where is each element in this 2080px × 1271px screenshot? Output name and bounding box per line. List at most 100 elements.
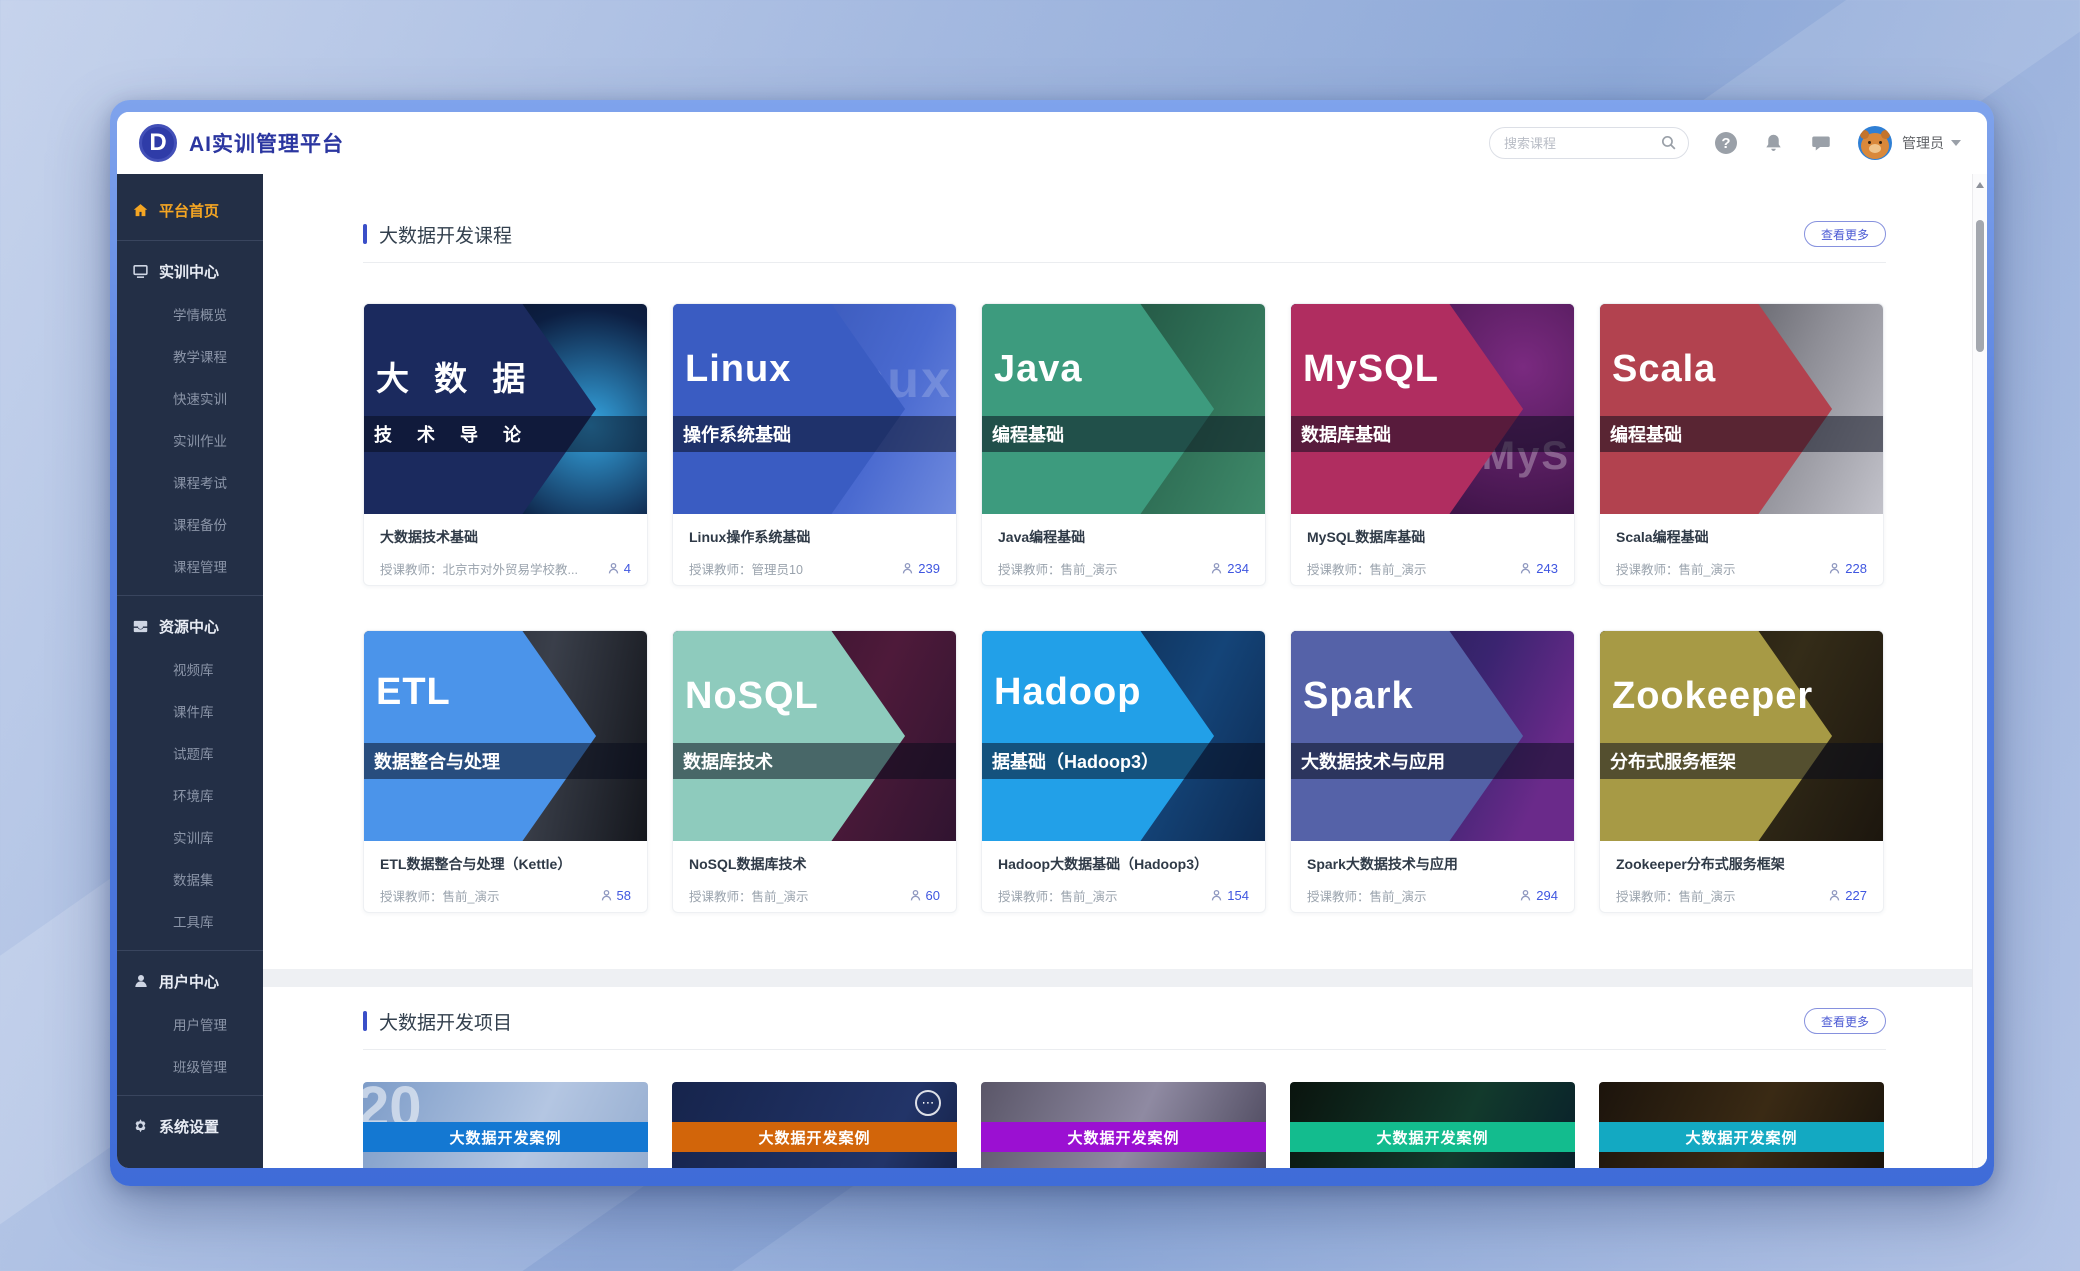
view-more-button[interactable]: 查看更多 [1804, 1008, 1886, 1034]
count-value: 228 [1845, 561, 1867, 576]
sidebar-item-courseware-library[interactable]: 课件库 [117, 690, 263, 732]
project-card[interactable]: ⋯ 大数据开发案例 [672, 1082, 957, 1168]
course-banner: Java 编程基础 [982, 304, 1265, 514]
notification-bell-icon[interactable] [1763, 133, 1784, 154]
project-label: 大数据开发案例 [449, 1127, 561, 1148]
course-card[interactable]: inux Linux 操作系统基础 Linux操作系统基础 授课教师：管理员10 [672, 303, 957, 586]
sidebar-item-user-management[interactable]: 用户管理 [117, 1003, 263, 1045]
banner-title: ETL [376, 671, 451, 714]
sidebar-divider [117, 1095, 263, 1096]
sidebar-divider [117, 595, 263, 596]
banner-title: Zookeeper [1612, 675, 1813, 718]
course-card[interactable]: Scala 编程基础 Scala编程基础 授课教师：售前_演示 228 [1599, 303, 1884, 586]
project-grid: 20 大数据开发案例 ⋯ 大数据开发案例 大数据开发案例 [363, 1082, 1886, 1168]
count-value: 58 [617, 888, 631, 903]
sidebar-item-system-settings[interactable]: 系统设置 [117, 1104, 263, 1148]
sidebar-divider [117, 240, 263, 241]
course-card[interactable]: 大 数 据 技 术 导 论 大数据技术基础 授课教师：北京市对外贸易学校教...… [363, 303, 648, 586]
course-card[interactable]: Java 编程基础 Java编程基础 授课教师：售前_演示 234 [981, 303, 1266, 586]
course-card[interactable]: ETL 数据整合与处理 ETL数据整合与处理（Kettle） 授课教师：售前_演… [363, 630, 648, 913]
sidebar-item-course-exams[interactable]: 课程考试 [117, 461, 263, 503]
course-banner: Scala 编程基础 [1600, 304, 1883, 514]
person-icon [1828, 889, 1841, 902]
student-count: 4 [607, 561, 631, 576]
course-banner: Spark 大数据技术与应用 [1291, 631, 1574, 841]
app-logo: D [139, 124, 177, 162]
section-divider [363, 262, 1886, 263]
person-icon [909, 889, 922, 902]
course-card[interactable]: NoSQL 数据库技术 NoSQL数据库技术 授课教师：售前_演示 60 [672, 630, 957, 913]
sidebar-item-environment-library[interactable]: 环境库 [117, 774, 263, 816]
project-label: 大数据开发案例 [758, 1127, 870, 1148]
sidebar: 平台首页 实训中心 学情概览 教学课程 快速实训 实训作业 课程考试 课程备份 … [117, 174, 263, 1168]
person-icon [1519, 889, 1532, 902]
person-icon [901, 562, 914, 575]
banner-title: NoSQL [685, 675, 819, 718]
sidebar-item-training-center[interactable]: 实训中心 [117, 249, 263, 293]
banner-subtitle: 大数据技术与应用 [1301, 748, 1445, 774]
course-card[interactable]: Hadoop 据基础（Hadoop3） Hadoop大数据基础（Hadoop3）… [981, 630, 1266, 913]
student-count: 239 [901, 561, 940, 576]
sidebar-item-learning-overview[interactable]: 学情概览 [117, 293, 263, 335]
search-input[interactable] [1489, 127, 1689, 159]
section-big-data-projects: 大数据开发项目 查看更多 20 大数据开发案例 [263, 987, 1972, 1168]
sidebar-item-label: 用户中心 [159, 971, 219, 992]
sidebar-item-training-library[interactable]: 实训库 [117, 816, 263, 858]
sidebar-item-question-bank[interactable]: 试题库 [117, 732, 263, 774]
project-card[interactable]: 大数据开发案例 [981, 1082, 1266, 1168]
banner-subtitle: 编程基础 [992, 421, 1064, 447]
sidebar-item-home[interactable]: 平台首页 [117, 188, 263, 232]
count-value: 243 [1536, 561, 1558, 576]
sidebar-item-training-homework[interactable]: 实训作业 [117, 419, 263, 461]
project-card[interactable]: 大数据开发案例 [1599, 1082, 1884, 1168]
accent-bar [363, 1011, 367, 1031]
project-card[interactable]: 20 大数据开发案例 [363, 1082, 648, 1168]
count-value: 60 [926, 888, 940, 903]
sidebar-item-class-management[interactable]: 班级管理 [117, 1045, 263, 1087]
sidebar-item-user-center[interactable]: 用户中心 [117, 959, 263, 1003]
sidebar-item-tool-library[interactable]: 工具库 [117, 900, 263, 942]
scrollbar[interactable] [1972, 174, 1987, 1168]
view-more-button[interactable]: 查看更多 [1804, 221, 1886, 247]
course-teacher: 授课教师：售前_演示 [1616, 559, 1828, 578]
chevron-down-icon[interactable] [1951, 140, 1961, 146]
sidebar-item-video-library[interactable]: 视频库 [117, 648, 263, 690]
sidebar-item-resource-center[interactable]: 资源中心 [117, 604, 263, 648]
user-name[interactable]: 管理员 [1902, 133, 1944, 153]
course-card[interactable]: Zookeeper 分布式服务框架 Zookeeper分布式服务框架 授课教师：… [1599, 630, 1884, 913]
course-teacher: 授课教师：售前_演示 [1307, 559, 1519, 578]
search-icon[interactable] [1660, 134, 1677, 151]
section-title-text: 大数据开发课程 [379, 221, 512, 248]
app-title: AI实训管理平台 [189, 128, 344, 158]
person-icon [607, 562, 620, 575]
sidebar-item-datasets[interactable]: 数据集 [117, 858, 263, 900]
help-icon[interactable]: ? [1715, 132, 1737, 154]
scrollbar-thumb[interactable] [1976, 220, 1984, 352]
sidebar-item-label: 资源中心 [159, 616, 219, 637]
banner-subtitle: 数据库技术 [683, 748, 773, 774]
scroll-up-arrow-icon[interactable] [1976, 182, 1984, 188]
student-count: 58 [600, 888, 631, 903]
student-count: 234 [1210, 561, 1249, 576]
sidebar-item-course-management[interactable]: 课程管理 [117, 545, 263, 587]
course-card[interactable]: Spark 大数据技术与应用 Spark大数据技术与应用 授课教师：售前_演示 … [1290, 630, 1575, 913]
sidebar-item-label: 平台首页 [159, 200, 219, 221]
sidebar-item-teaching-courses[interactable]: 教学课程 [117, 335, 263, 377]
person-icon [1210, 889, 1223, 902]
student-count: 294 [1519, 888, 1558, 903]
course-banner: 大 数 据 技 术 导 论 [364, 304, 647, 514]
banner-title: Scala [1612, 348, 1716, 391]
student-count: 228 [1828, 561, 1867, 576]
sidebar-item-course-backup[interactable]: 课程备份 [117, 503, 263, 545]
course-card[interactable]: MyS MySQL 数据库基础 MySQL数据库基础 授课教师：售前_演示 [1290, 303, 1575, 586]
section-big-data-courses: 大数据开发课程 查看更多 大 数 据 技 术 导 论 [263, 174, 1972, 913]
project-card[interactable]: 大数据开发案例 [1290, 1082, 1575, 1168]
message-bubble-icon[interactable] [1810, 133, 1832, 154]
user-avatar[interactable] [1858, 126, 1892, 160]
course-banner: Hadoop 据基础（Hadoop3） [982, 631, 1265, 841]
banner-title: Hadoop [994, 671, 1141, 714]
user-icon [132, 973, 149, 990]
sidebar-item-quick-training[interactable]: 快速实训 [117, 377, 263, 419]
course-banner: inux Linux 操作系统基础 [673, 304, 956, 514]
course-title: Spark大数据技术与应用 [1307, 854, 1558, 874]
